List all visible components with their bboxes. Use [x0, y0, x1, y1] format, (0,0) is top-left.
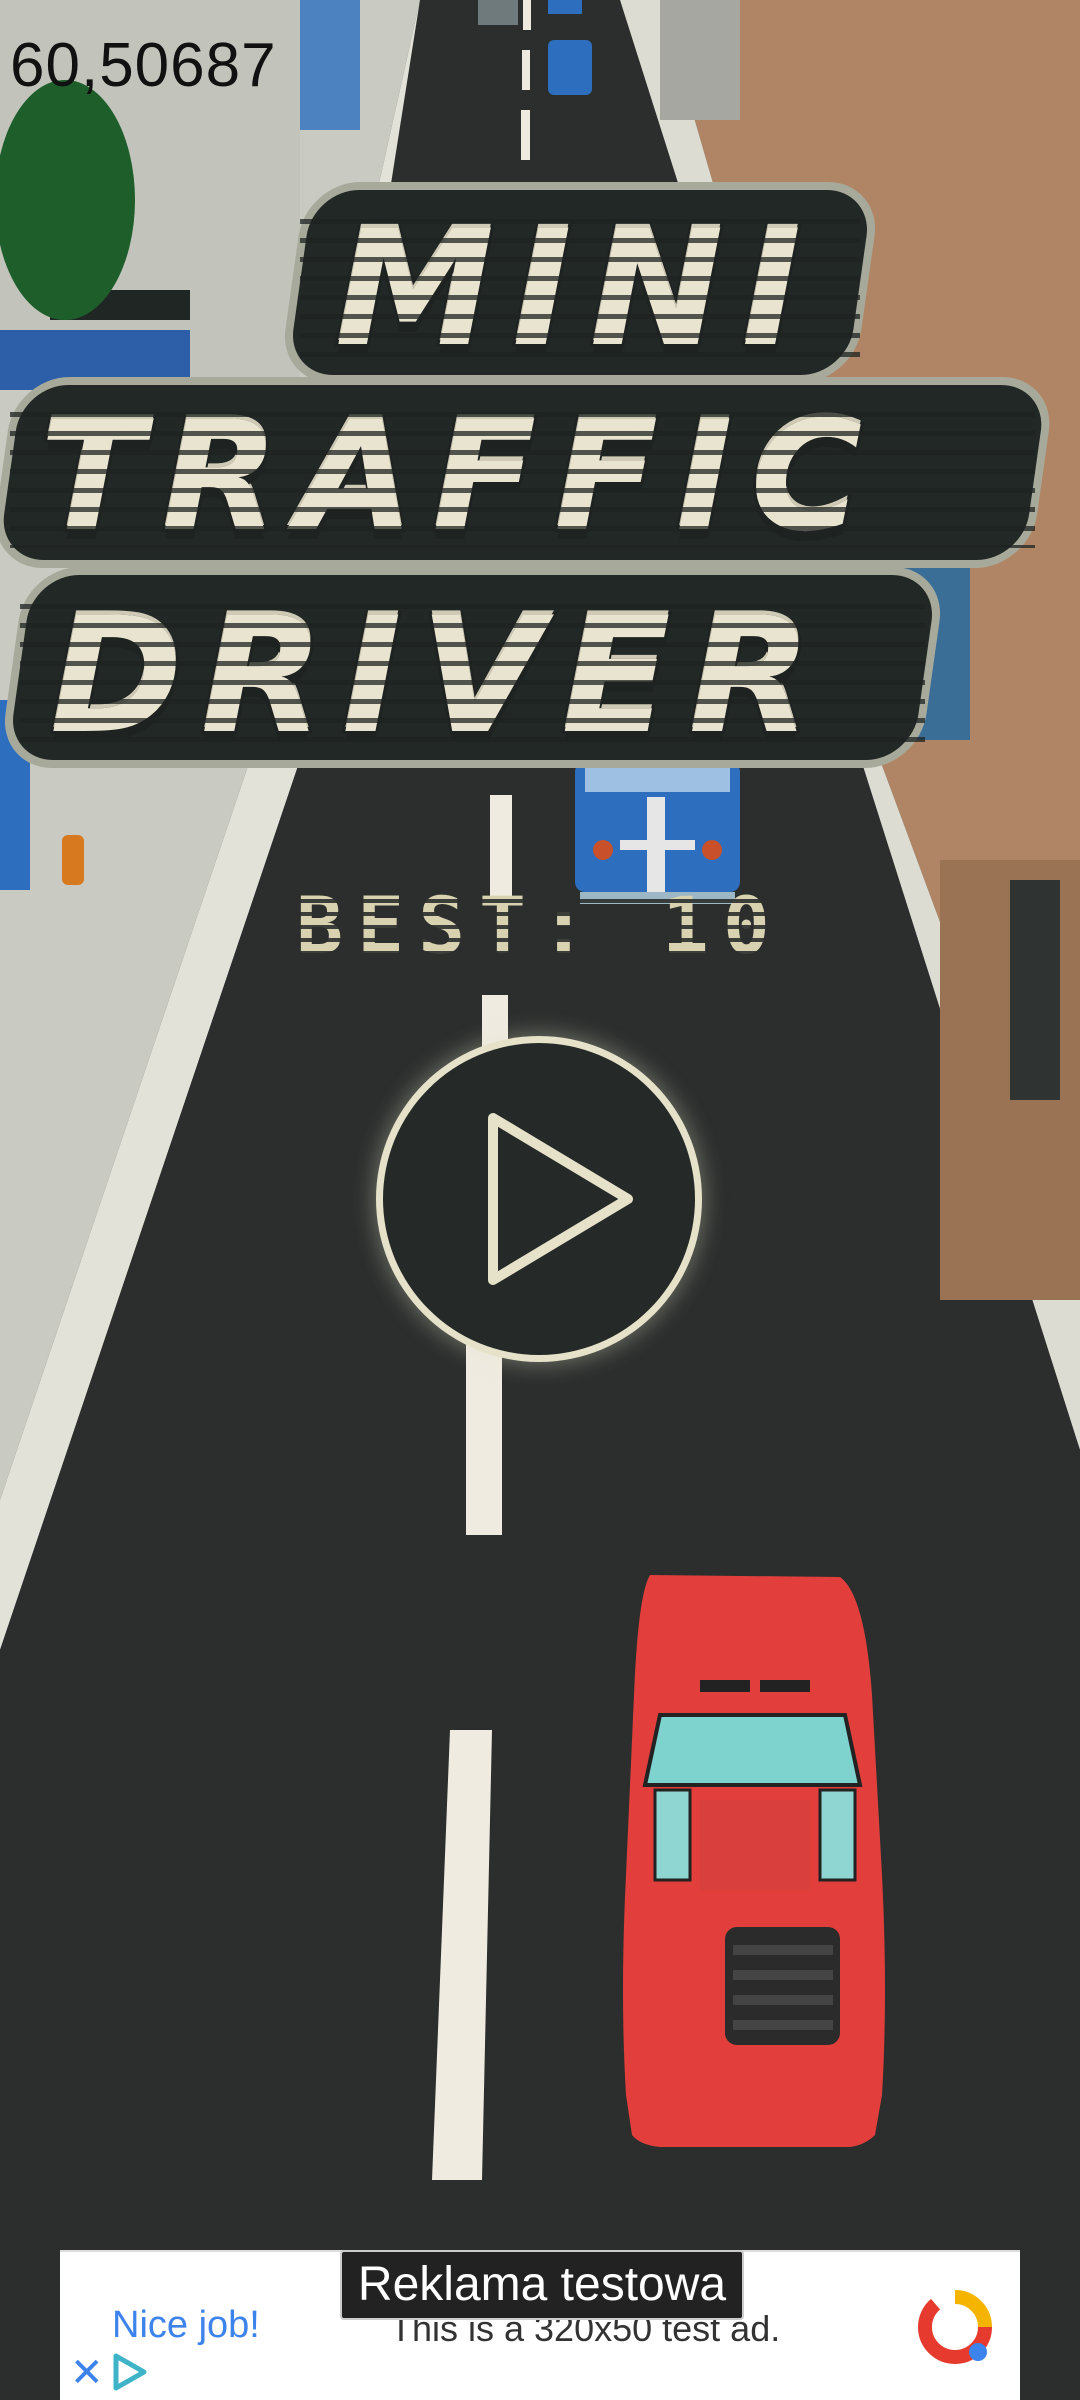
ad-headline[interactable]: Nice job! [112, 2304, 260, 2347]
best-score-label: BEST: 10 [296, 882, 784, 972]
player-car [623, 1575, 885, 2147]
play-icon [488, 1113, 633, 1285]
game-scene: 60,50687 MINI TRAFFIC DRIVER BEST: 10 Ni… [0, 0, 1080, 2400]
ad-test-label: Reklama testowa [340, 2250, 744, 2320]
ad-network-logo-icon [918, 2290, 992, 2364]
title-line-3: DRIVER [47, 579, 830, 772]
title-line-1: MINI [332, 192, 820, 385]
close-icon[interactable]: ✕ [70, 2350, 104, 2396]
play-button[interactable] [383, 1043, 695, 1355]
title-line-2: TRAFFIC [37, 385, 881, 568]
fps-counter: 60,50687 [10, 31, 277, 100]
adchoices-icon[interactable] [110, 2352, 150, 2392]
